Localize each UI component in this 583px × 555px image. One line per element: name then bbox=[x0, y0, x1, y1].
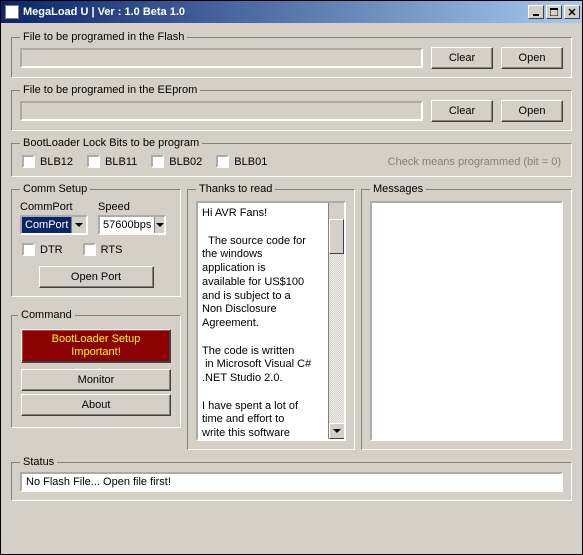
about-button[interactable]: About bbox=[21, 394, 171, 416]
thanks-text: Hi AVR Fans! The source code for the win… bbox=[202, 207, 340, 441]
comm-setup-group: Comm Setup CommPort ComPort Speed bbox=[11, 183, 181, 297]
eeprom-group: File to be programed in the EEprom Clear… bbox=[11, 84, 572, 131]
blb02-checkbox[interactable]: BLB02 bbox=[151, 155, 202, 168]
rts-checkbox[interactable]: RTS bbox=[83, 243, 123, 256]
flash-clear-button[interactable]: Clear bbox=[431, 47, 493, 69]
eeprom-path-display bbox=[20, 101, 423, 121]
lockbits-group: BootLoader Lock Bits to be program BLB12… bbox=[11, 137, 572, 177]
speed-value: 57600bps bbox=[100, 217, 154, 233]
comm-legend: Comm Setup bbox=[20, 183, 90, 195]
commport-label: CommPort bbox=[20, 201, 88, 213]
open-port-button[interactable]: Open Port bbox=[39, 266, 154, 288]
scrollbar[interactable] bbox=[328, 203, 344, 439]
close-button[interactable] bbox=[564, 5, 580, 19]
chevron-down-icon[interactable] bbox=[71, 217, 86, 233]
messages-group: Messages bbox=[361, 183, 572, 450]
commport-value: ComPort bbox=[22, 217, 71, 233]
messages-legend: Messages bbox=[370, 183, 426, 195]
maximize-button[interactable] bbox=[546, 5, 562, 19]
speed-combo[interactable]: 57600bps bbox=[98, 215, 166, 235]
flash-path-display bbox=[20, 48, 423, 68]
thanks-legend: Thanks to read bbox=[196, 183, 275, 195]
window-title: MegaLoad U | Ver : 1.0 Beta 1.0 bbox=[23, 6, 185, 18]
messages-textbox[interactable] bbox=[370, 201, 563, 441]
blb11-checkbox[interactable]: BLB11 bbox=[87, 155, 137, 168]
client-area: File to be programed in the Flash Clear … bbox=[1, 23, 582, 554]
eeprom-clear-button[interactable]: Clear bbox=[431, 100, 493, 122]
flash-group: File to be programed in the Flash Clear … bbox=[11, 31, 572, 78]
blb12-checkbox[interactable]: BLB12 bbox=[22, 155, 73, 168]
eeprom-legend: File to be programed in the EEprom bbox=[20, 84, 200, 96]
bootloader-setup-button[interactable]: BootLoader Setup Important! bbox=[21, 329, 171, 363]
lockbits-legend: BootLoader Lock Bits to be program bbox=[20, 137, 202, 149]
eeprom-open-button[interactable]: Open bbox=[501, 100, 563, 122]
scroll-down-button[interactable] bbox=[329, 423, 345, 439]
app-window: MegaLoad U | Ver : 1.0 Beta 1.0 File to … bbox=[0, 0, 583, 555]
blb01-checkbox[interactable]: BLB01 bbox=[216, 155, 267, 168]
command-group: Command BootLoader Setup Important! Moni… bbox=[11, 309, 181, 428]
scroll-track[interactable] bbox=[329, 219, 344, 423]
status-group: Status No Flash File... Open file first! bbox=[11, 456, 572, 501]
commport-combo[interactable]: ComPort bbox=[20, 215, 88, 235]
flash-open-button[interactable]: Open bbox=[501, 47, 563, 69]
speed-label: Speed bbox=[98, 201, 166, 213]
minimize-button[interactable] bbox=[528, 5, 544, 19]
scroll-thumb[interactable] bbox=[329, 219, 344, 254]
lockbits-hint: Check means programmed (bit = 0) bbox=[388, 156, 561, 168]
monitor-button[interactable]: Monitor bbox=[21, 369, 171, 391]
flash-legend: File to be programed in the Flash bbox=[20, 31, 187, 43]
status-legend: Status bbox=[20, 456, 57, 468]
chevron-down-icon[interactable] bbox=[154, 217, 164, 233]
command-legend: Command bbox=[18, 309, 75, 321]
thanks-textbox[interactable]: Hi AVR Fans! The source code for the win… bbox=[196, 201, 346, 441]
dtr-checkbox[interactable]: DTR bbox=[22, 243, 63, 256]
status-text: No Flash File... Open file first! bbox=[20, 472, 563, 492]
app-icon bbox=[5, 5, 19, 19]
thanks-group: Thanks to read Hi AVR Fans! The source c… bbox=[187, 183, 355, 450]
titlebar[interactable]: MegaLoad U | Ver : 1.0 Beta 1.0 bbox=[1, 1, 582, 23]
